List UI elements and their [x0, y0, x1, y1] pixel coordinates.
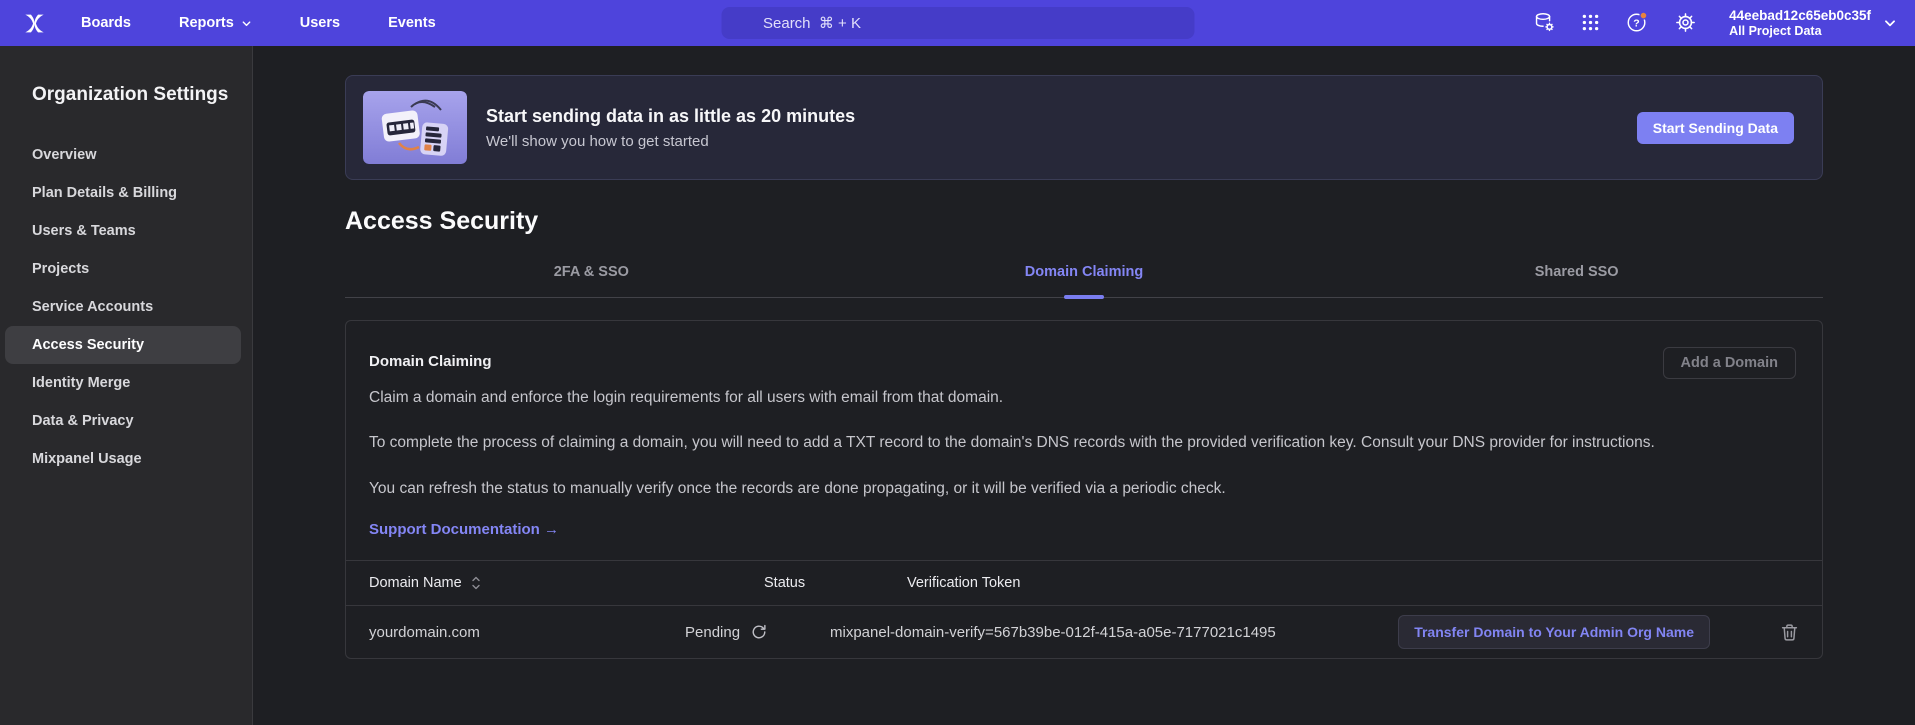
tab-shared-sso[interactable]: Shared SSO	[1330, 264, 1823, 297]
settings-gear-icon[interactable]	[1674, 11, 1697, 34]
top-navbar: Boards Reports Users Events	[0, 0, 1915, 46]
sort-icon[interactable]	[471, 576, 481, 590]
status-badge: Pending	[685, 624, 740, 641]
apps-grid-icon[interactable]	[1580, 12, 1601, 33]
banner-text: Start sending data in as little as 20 mi…	[486, 106, 855, 150]
chevron-down-icon	[241, 18, 252, 29]
sidebar-item-overview[interactable]: Overview	[0, 136, 252, 174]
navbar-actions: ? 44eebad12c65eb0c35f All Project Data	[1533, 8, 1897, 38]
trash-icon[interactable]	[1780, 623, 1799, 642]
column-header-verification-token: Verification Token	[907, 575, 1799, 591]
domain-name-cell: yourdomain.com	[369, 624, 685, 641]
sidebar-item-data-privacy[interactable]: Data & Privacy	[0, 402, 252, 440]
sidebar-item-users-teams[interactable]: Users & Teams	[0, 212, 252, 250]
nav-item-label: Reports	[179, 15, 234, 31]
description-paragraph: You can refresh the status to manually v…	[369, 478, 1779, 500]
page-title: Access Security	[345, 207, 1823, 236]
sidebar-item-access-security[interactable]: Access Security	[5, 326, 241, 364]
tab-label: 2FA & SSO	[554, 264, 629, 280]
column-header-status: Status	[764, 575, 907, 591]
table-header-row: Domain Name Status Verification Token	[346, 560, 1822, 606]
primary-nav: Boards Reports Users Events	[81, 15, 436, 31]
nav-item-users[interactable]: Users	[300, 15, 340, 31]
banner-illustration-image	[363, 91, 467, 164]
tab-label: Shared SSO	[1535, 264, 1619, 280]
domains-table: Domain Name Status Verification Token yo…	[346, 560, 1822, 658]
tab-active-indicator	[1064, 295, 1104, 299]
tab-label: Domain Claiming	[1025, 264, 1143, 280]
nav-item-reports[interactable]: Reports	[179, 15, 252, 31]
nav-item-label: Boards	[81, 15, 131, 31]
banner-subtitle: We'll show you how to get started	[486, 133, 855, 150]
mixpanel-logo-icon[interactable]	[22, 11, 47, 36]
account-switcher[interactable]: 44eebad12c65eb0c35f All Project Data	[1729, 8, 1897, 38]
sidebar-item-plan-details-billing[interactable]: Plan Details & Billing	[0, 174, 252, 212]
sidebar-item-service-accounts[interactable]: Service Accounts	[0, 288, 252, 326]
org-settings-sidebar: Organization Settings Overview Plan Deta…	[0, 46, 253, 725]
transfer-domain-button[interactable]: Transfer Domain to Your Admin Org Name	[1398, 615, 1710, 649]
description-paragraph: To complete the process of claiming a do…	[369, 432, 1779, 454]
chevron-down-icon	[1883, 16, 1897, 30]
nav-item-boards[interactable]: Boards	[81, 15, 131, 31]
column-header-domain-name: Domain Name	[369, 575, 462, 591]
add-domain-button[interactable]: Add a Domain	[1663, 347, 1796, 379]
tab-domain-claiming[interactable]: Domain Claiming	[838, 264, 1331, 297]
sidebar-title: Organization Settings	[0, 84, 252, 106]
org-id: 44eebad12c65eb0c35f	[1729, 8, 1871, 24]
banner-title: Start sending data in as little as 20 mi…	[486, 106, 855, 127]
nav-item-label: Users	[300, 15, 340, 31]
start-sending-data-button[interactable]: Start Sending Data	[1637, 112, 1794, 144]
help-icon[interactable]: ?	[1625, 10, 1650, 35]
verification-token-cell: mixpanel-domain-verify=567b39be-012f-415…	[830, 624, 1398, 641]
onboarding-banner: Start sending data in as little as 20 mi…	[345, 75, 1823, 180]
access-security-tabs: 2FA & SSO Domain Claiming Shared SSO	[345, 264, 1823, 298]
search-input[interactable]	[721, 7, 1194, 39]
tab-2fa-sso[interactable]: 2FA & SSO	[345, 264, 838, 297]
domain-claiming-card: Domain Claiming Add a Domain Claim a dom…	[345, 320, 1823, 659]
table-row: yourdomain.com Pending mixpanel-domain-v…	[346, 606, 1822, 658]
nav-item-events[interactable]: Events	[388, 15, 436, 31]
description-paragraph: Claim a domain and enforce the login req…	[369, 387, 1779, 409]
account-info: 44eebad12c65eb0c35f All Project Data	[1729, 8, 1871, 38]
sidebar-item-identity-merge[interactable]: Identity Merge	[0, 364, 252, 402]
support-documentation-link[interactable]: Support Documentation →	[369, 521, 559, 538]
sidebar-item-mixpanel-usage[interactable]: Mixpanel Usage	[0, 440, 252, 478]
project-name: All Project Data	[1729, 24, 1871, 38]
nav-item-label: Events	[388, 15, 436, 31]
refresh-icon[interactable]	[751, 624, 767, 640]
sidebar-item-projects[interactable]: Projects	[0, 250, 252, 288]
svg-text:?: ?	[1633, 18, 1639, 30]
data-management-icon[interactable]	[1533, 11, 1556, 34]
main-content: Start sending data in as little as 20 mi…	[253, 46, 1915, 725]
card-title: Domain Claiming	[369, 347, 492, 370]
